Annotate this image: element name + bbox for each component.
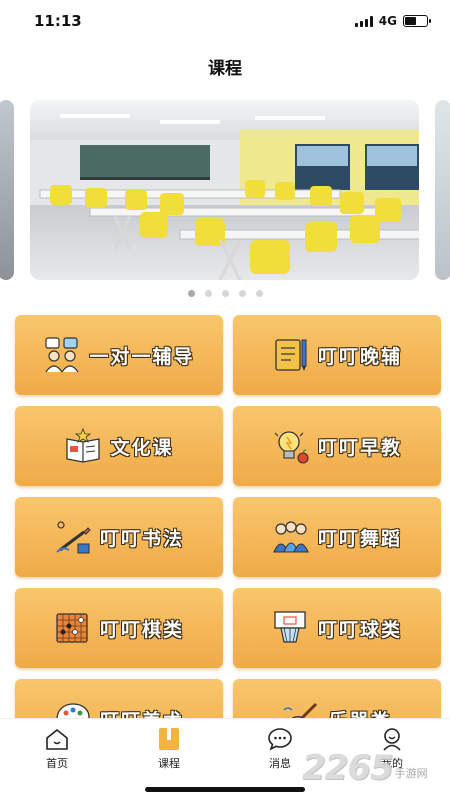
notebook-pen-icon — [275, 339, 307, 371]
course-label: 叮叮球类 — [317, 618, 402, 641]
open-book-icon — [66, 427, 101, 463]
course-card-culture[interactable]: 文化课 — [15, 406, 223, 486]
banner-next-slide[interactable] — [435, 100, 450, 280]
lightbulb-icon — [274, 431, 309, 464]
watermark-logo: 2265 手游网 — [302, 748, 428, 788]
carousel-dot[interactable] — [187, 290, 195, 297]
banner-prev-slide[interactable] — [0, 100, 14, 280]
course-label: 叮叮书法 — [99, 527, 184, 550]
course-label: 叮叮晚辅 — [317, 345, 402, 368]
brush-icon — [56, 521, 91, 554]
tutoring-icon — [45, 337, 79, 373]
go-board-icon — [56, 613, 88, 643]
carousel-dot[interactable] — [255, 290, 263, 297]
course-grid: 一对一辅导 叮叮晚辅 文化课 叮叮早教 叮叮书法 叮叮舞蹈 叮叮棋类 叮叮球类 — [15, 315, 441, 759]
signal-icon — [354, 15, 373, 27]
course-book-icon — [159, 728, 179, 750]
battery-level — [405, 17, 416, 25]
course-card-dance[interactable]: 叮叮舞蹈 — [233, 497, 441, 577]
watermark-number: 2265 — [302, 748, 394, 788]
status-indicators: 4G — [354, 14, 431, 28]
carousel-dot[interactable] — [238, 290, 246, 297]
banner-carousel[interactable] — [30, 100, 419, 280]
classroom-photo — [30, 100, 419, 280]
tab-home[interactable]: 首页 — [27, 727, 87, 771]
dancers-icon — [273, 521, 309, 553]
course-card-evening-tutoring[interactable]: 叮叮晚辅 — [233, 315, 441, 395]
carousel-dot[interactable] — [221, 290, 229, 297]
carousel-dot[interactable] — [204, 290, 212, 297]
tab-messages[interactable]: 消息 — [250, 727, 310, 771]
basketball-hoop-icon — [274, 611, 306, 643]
battery-icon — [403, 15, 431, 27]
course-card-calligraphy[interactable]: 叮叮书法 — [15, 497, 223, 577]
course-label: 叮叮舞蹈 — [317, 527, 402, 550]
status-time: 11:13 — [34, 12, 82, 30]
course-label: 叮叮棋类 — [99, 618, 184, 641]
carousel-indicators — [0, 290, 450, 297]
course-card-early-education[interactable]: 叮叮早教 — [233, 406, 441, 486]
network-type: 4G — [378, 14, 397, 28]
course-label: 叮叮早教 — [317, 436, 402, 459]
home-indicator — [145, 787, 305, 792]
course-label: 一对一辅导 — [89, 345, 195, 368]
tab-label: 消息 — [269, 757, 291, 770]
chat-bubble-icon — [268, 728, 292, 751]
watermark-text: 手游网 — [394, 767, 428, 780]
course-card-chess[interactable]: 叮叮棋类 — [15, 588, 223, 668]
status-bar: 11:13 4G — [0, 0, 450, 44]
course-card-tutoring[interactable]: 一对一辅导 — [15, 315, 223, 395]
tab-label: 课程 — [158, 757, 180, 770]
course-label: 文化课 — [110, 436, 174, 459]
tab-label: 首页 — [46, 757, 68, 770]
course-card-ball-sports[interactable]: 叮叮球类 — [233, 588, 441, 668]
page-title: 课程 — [208, 59, 242, 79]
tab-courses[interactable]: 课程 — [139, 727, 199, 771]
home-icon — [46, 729, 68, 750]
